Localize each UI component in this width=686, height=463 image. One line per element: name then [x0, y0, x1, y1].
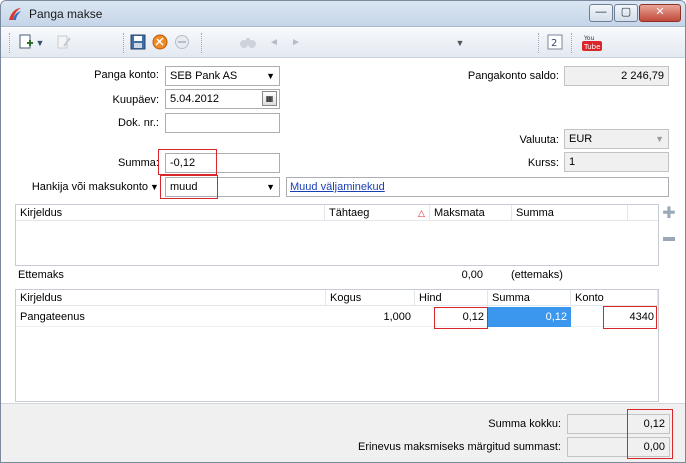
col-due-date-label: Tähtaeg [329, 207, 370, 219]
toolbar-separator [9, 33, 10, 53]
currency-value: EUR [569, 133, 593, 145]
line-description-cell[interactable]: Pangateenus [16, 307, 326, 327]
bank-account-label: Panga konto: [94, 69, 159, 81]
col-description[interactable]: Kirjeldus [16, 205, 325, 221]
difference-value: 0,00 [643, 441, 665, 453]
bank-account-value: SEB Pank AS [170, 70, 238, 82]
new-dropdown-arrow[interactable]: ▼ [35, 34, 45, 52]
advance-value: 0,00 [461, 269, 483, 281]
window-title: Panga makse [29, 7, 103, 21]
rate-label: Kurss: [527, 157, 559, 169]
difference-label: Erinevus maksmiseks märgitud summast: [358, 441, 561, 453]
bank-balance-field: 2 246,79 [564, 66, 669, 86]
total-label: Summa kokku: [488, 418, 561, 430]
advance-note: (ettemaks) [511, 269, 563, 281]
bank-balance-value: 2 246,79 [621, 70, 664, 82]
binoculars-icon [239, 34, 257, 52]
menu-dropdown-icon[interactable]: ▼ [451, 34, 469, 52]
date-input[interactable]: 5.04.2012 ▦ [165, 89, 280, 109]
chevron-down-icon: ▼ [266, 182, 275, 192]
table-row[interactable]: Pangateenus 1,000 0,12 0,12 4340 [16, 307, 658, 327]
chevron-down-icon: ▼ [655, 134, 664, 144]
minimize-icon: — [595, 6, 607, 18]
total-field: 0,12 [567, 414, 670, 434]
chevron-down-icon: ▼ [266, 71, 275, 81]
rate-field: 1 [564, 152, 669, 172]
add-row-icon[interactable]: ✚ [662, 206, 676, 222]
total-value: 0,12 [643, 418, 665, 430]
col-price[interactable]: Hind [415, 290, 488, 306]
line-account-cell[interactable]: 4340 [571, 307, 658, 327]
currency-label: Valuuta: [519, 134, 559, 146]
close-icon: ✕ [655, 6, 665, 18]
col-due-date[interactable]: Tähtaeg △ [325, 205, 430, 221]
toolbar-separator [123, 33, 124, 53]
col-line-description[interactable]: Kirjeldus [16, 290, 326, 306]
col-quantity[interactable]: Kogus [326, 290, 415, 306]
sum-label: Summa: [118, 157, 159, 169]
lines-grid: Kirjeldus Kogus Hind Summa Konto Pangate… [15, 289, 659, 402]
date-value: 5.04.2012 [170, 93, 219, 105]
edit-icon [55, 34, 73, 52]
close-button[interactable]: ✕ [639, 4, 681, 22]
sort-icon: △ [418, 208, 425, 218]
remove-row-icon[interactable] [662, 232, 676, 246]
other-expenses-link[interactable]: Muud väljaminekud [290, 181, 385, 193]
cancel-icon[interactable] [151, 34, 169, 52]
remove-icon [173, 34, 191, 52]
bank-balance-label: Pangakonto saldo: [467, 70, 559, 82]
invoice-grid: Kirjeldus Tähtaeg △ Maksmata Summa [15, 204, 659, 266]
save-icon[interactable] [129, 34, 147, 52]
maximize-icon: ▢ [620, 6, 632, 18]
currency-select[interactable]: EUR ▼ [564, 129, 669, 149]
next-icon: ► [291, 37, 301, 48]
toolbar-separator [538, 33, 539, 53]
advance-label: Ettemaks [18, 269, 64, 281]
maximize-button[interactable]: ▢ [614, 4, 638, 22]
app-logo-icon [9, 8, 21, 20]
bank-account-select[interactable]: SEB Pank AS ▼ [165, 66, 280, 86]
line-price-cell[interactable]: 0,12 [415, 307, 488, 327]
col-unpaid[interactable]: Maksmata [430, 205, 512, 221]
minimize-button[interactable]: — [589, 4, 613, 22]
col-sum[interactable]: Summa [512, 205, 628, 221]
new-doc-icon[interactable] [17, 34, 35, 52]
doc-no-input[interactable] [165, 113, 280, 133]
col-line-sum[interactable]: Summa [488, 290, 571, 306]
youtube-icon[interactable]: You Tube [581, 34, 603, 52]
sum-input[interactable]: -0,12 [165, 153, 280, 173]
calendar-icon[interactable]: ▦ [262, 91, 277, 106]
svg-text:2: 2 [551, 38, 557, 49]
refresh-icon[interactable]: 2 [546, 34, 564, 52]
toolbar: ▼ ◄ ► ▼ 2 You Tube [1, 28, 685, 58]
rate-value: 1 [569, 156, 576, 168]
toolbar-separator [201, 33, 202, 53]
supplier-value: muud [170, 181, 198, 193]
date-label: Kuupäev: [112, 94, 159, 106]
lines-grid-header: Kirjeldus Kogus Hind Summa Konto [16, 290, 658, 306]
supplier-type-dropdown-icon[interactable]: ▼ [150, 182, 159, 192]
supplier-select[interactable]: muud ▼ [165, 177, 280, 197]
toolbar-separator [571, 33, 572, 53]
invoice-grid-header: Kirjeldus Tähtaeg △ Maksmata Summa [16, 205, 658, 221]
svg-text:Tube: Tube [583, 43, 600, 51]
col-account[interactable]: Konto [571, 290, 658, 306]
line-sum-cell[interactable]: 0,12 [488, 307, 571, 327]
title-bar: Panga makse — ▢ ✕ [1, 1, 685, 27]
sum-value: -0,12 [170, 157, 196, 169]
supplier-label: Hankija või maksukonto [31, 181, 148, 193]
doc-no-label: Dok. nr.: [118, 117, 159, 129]
svg-text:You: You [583, 35, 595, 42]
bank-payment-window: Panga makse — ▢ ✕ ▼ ◄ ► ▼ 2 You Tube Pan… [0, 0, 686, 463]
difference-field: 0,00 [567, 437, 670, 457]
prev-icon: ◄ [269, 37, 279, 48]
line-quantity-cell[interactable]: 1,000 [326, 307, 415, 327]
